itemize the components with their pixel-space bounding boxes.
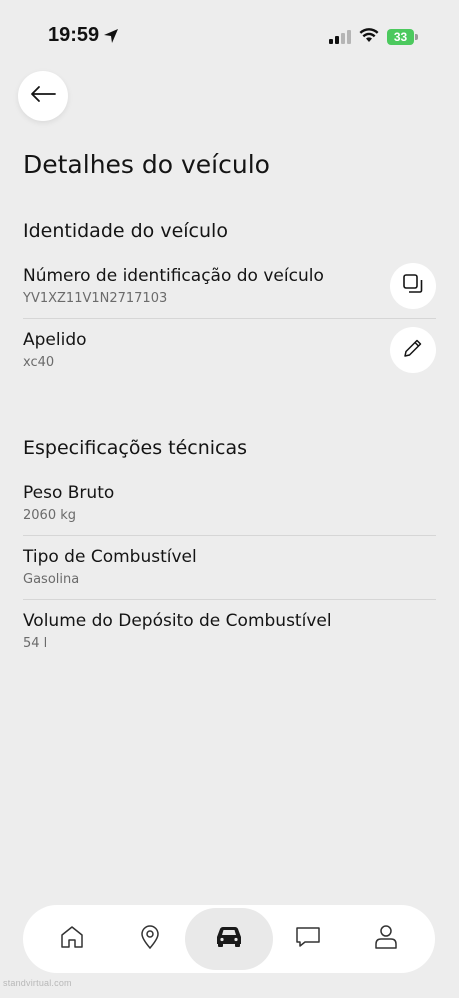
divider bbox=[23, 535, 436, 536]
cellular-signal-icon bbox=[329, 29, 351, 48]
location-arrow-icon bbox=[103, 28, 119, 48]
nickname-value: xc40 bbox=[23, 355, 55, 370]
status-time: 19:59 bbox=[48, 24, 100, 46]
section-title-specs: Especificações técnicas bbox=[23, 437, 248, 459]
watermark: standvirtual.com bbox=[3, 978, 72, 988]
divider bbox=[23, 318, 436, 319]
spec-value: 2060 kg bbox=[23, 508, 76, 523]
home-icon bbox=[59, 924, 85, 954]
tab-car[interactable] bbox=[191, 905, 267, 973]
copy-icon bbox=[402, 273, 424, 299]
arrow-left-icon bbox=[30, 85, 56, 107]
status-bar: 19:59 33 bbox=[0, 0, 459, 60]
tab-home[interactable] bbox=[34, 905, 110, 973]
spec-value: 54 l bbox=[23, 636, 48, 651]
profile-icon bbox=[373, 923, 399, 955]
nickname-label: Apelido bbox=[23, 330, 87, 350]
edit-nickname-button[interactable] bbox=[390, 327, 436, 373]
section-title-identity: Identidade do veículo bbox=[23, 220, 228, 242]
nickname-row: Apelido xc40 bbox=[23, 330, 436, 394]
tab-map[interactable] bbox=[112, 905, 188, 973]
back-button[interactable] bbox=[18, 71, 68, 121]
spec-label: Peso Bruto bbox=[23, 483, 115, 503]
page-title: Detalhes do veículo bbox=[23, 150, 270, 179]
spec-label: Volume do Depósito de Combustível bbox=[23, 611, 332, 631]
spec-label: Tipo de Combustível bbox=[23, 547, 197, 567]
divider bbox=[23, 599, 436, 600]
spec-row-tank-volume: Volume do Depósito de Combustível 54 l bbox=[23, 611, 436, 675]
wifi-icon bbox=[359, 27, 379, 47]
pencil-icon bbox=[402, 337, 424, 363]
vin-label: Número de identificação do veículo bbox=[23, 266, 324, 286]
copy-vin-button[interactable] bbox=[390, 263, 436, 309]
tab-profile[interactable] bbox=[348, 905, 424, 973]
bottom-tab-bar bbox=[23, 905, 435, 973]
battery-indicator: 33 bbox=[387, 29, 414, 45]
spec-row-weight: Peso Bruto 2060 kg bbox=[23, 483, 436, 547]
chat-icon bbox=[294, 924, 322, 954]
spec-row-fuel-type: Tipo de Combustível Gasolina bbox=[23, 547, 436, 611]
location-pin-icon bbox=[137, 924, 163, 954]
battery-level: 33 bbox=[393, 30, 408, 44]
car-icon bbox=[215, 925, 243, 953]
vin-value: YV1XZ11V1N2717103 bbox=[23, 291, 168, 306]
vin-row: Número de identificação do veículo YV1XZ… bbox=[23, 266, 436, 330]
tab-messages[interactable] bbox=[270, 905, 346, 973]
spec-value: Gasolina bbox=[23, 572, 80, 587]
battery-cap bbox=[415, 34, 418, 40]
